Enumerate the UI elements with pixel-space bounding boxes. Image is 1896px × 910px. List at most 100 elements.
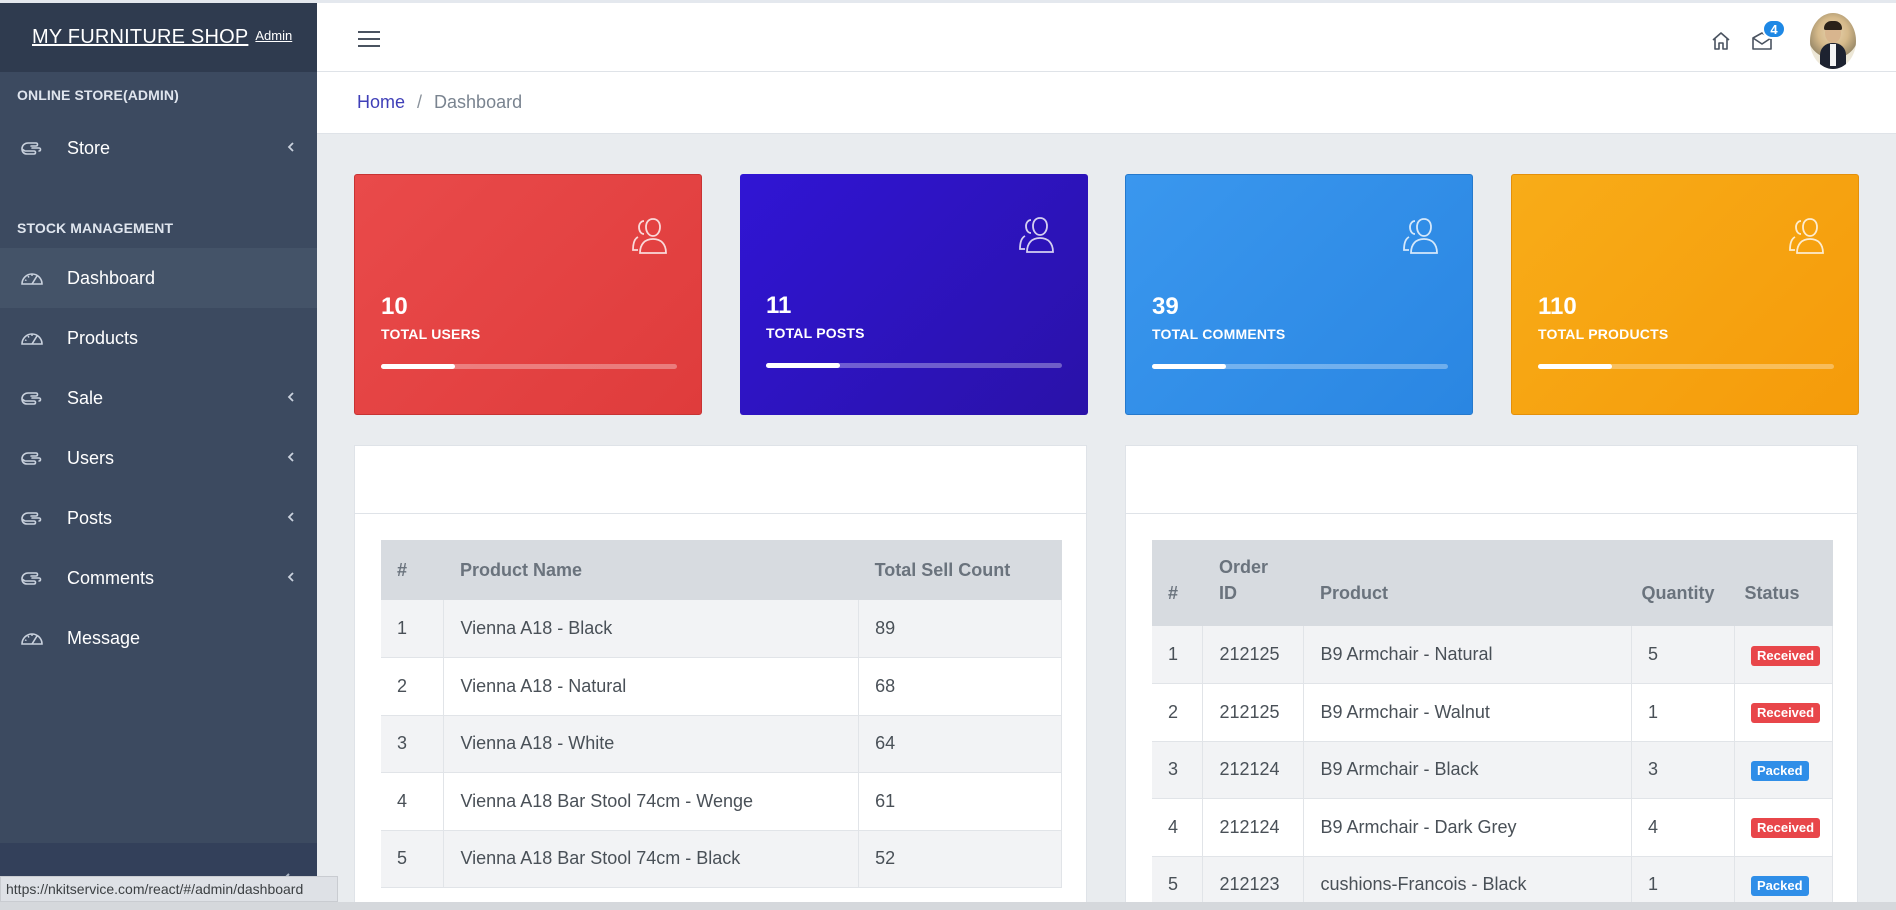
table-cell: Vienna A18 Bar Stool 74cm - Black [443, 830, 860, 888]
chevron-left-icon [287, 572, 294, 582]
status-badge: Packed [1750, 760, 1809, 781]
sidebar-item-label: Sale [67, 387, 104, 408]
sidebar-item-store[interactable]: Store [0, 118, 317, 178]
brand: MY FURNITURE SHOP Admin [0, 0, 317, 72]
stat-label: TOTAL COMMENTS [1152, 326, 1286, 342]
sidebar-item-label: Users [67, 447, 115, 468]
stat-label: TOTAL PRODUCTS [1538, 326, 1669, 342]
table-cell: 2 [381, 657, 445, 716]
browser-bottom-strip [0, 902, 1896, 910]
table-header-row: # Order ID Product Quantity Status [1152, 540, 1833, 626]
stat-progress-track [1538, 364, 1834, 369]
table-cell: 52 [858, 830, 1062, 888]
table-row: 2 212125 B9 Armchair - Walnut 1 Received [1152, 683, 1834, 742]
users-icon [1789, 218, 1824, 254]
sidebar: MY FURNITURE SHOP Admin ONLINE STORE(ADM… [0, 0, 317, 910]
table-row: 4 Vienna A18 Bar Stool 74cm - Wenge 61 [381, 772, 1062, 831]
sidebar-item-label: Products [67, 327, 139, 348]
breadcrumb-separator: / [417, 92, 423, 112]
brand-admin-link[interactable]: Admin [255, 28, 292, 43]
status-bar-url: https://nkitservice.com/react/#/admin/da… [0, 876, 338, 902]
stat-progress-fill [381, 364, 455, 369]
home-icon[interactable] [1710, 30, 1732, 52]
panel-header [355, 446, 1086, 514]
table-cell: 5 [381, 830, 445, 888]
sidebar-section-stock: STOCK MANAGEMENT [0, 178, 317, 248]
top-header: 4 [317, 0, 1896, 72]
table-cell: 68 [858, 657, 1062, 716]
table-cell: 5 [1631, 626, 1735, 684]
sidebar-item-label: Message [67, 627, 141, 648]
sidebar-item-products[interactable]: Products [0, 308, 317, 368]
breadcrumb: Home / Dashboard [317, 72, 1896, 134]
sidebar-item-sale[interactable]: Sale [0, 368, 317, 428]
sidebar-item-dashboard[interactable]: Dashboard [0, 248, 317, 308]
table-cell: 64 [858, 715, 1062, 773]
stat-value: 39 [1152, 293, 1179, 320]
column-header[interactable]: Product Name [443, 540, 859, 600]
table-row: 3 Vienna A18 - White 64 [381, 715, 1062, 773]
sidebar-item-label: Comments [67, 567, 155, 588]
table-cell: 1 [1631, 683, 1735, 742]
stat-progress-track [1152, 364, 1448, 369]
table-cell: 2 [1152, 683, 1204, 742]
avatar-shirt [1830, 44, 1836, 66]
stat-card-comments: 39 TOTAL COMMENTS [1125, 174, 1473, 415]
sidebar-item-message[interactable]: Message [0, 608, 317, 668]
hand-icon [21, 142, 42, 155]
column-header[interactable]: Status [1734, 540, 1833, 626]
table-cell: B9 Armchair - Black [1303, 741, 1633, 799]
brand-title-link[interactable]: MY FURNITURE SHOP [32, 26, 248, 49]
avatar-hair [1824, 21, 1842, 30]
sidebar-item-label: Posts [67, 507, 113, 528]
breadcrumb-home-link[interactable]: Home [357, 92, 405, 113]
table-cell: Received [1734, 683, 1834, 742]
table-header-row: # Product Name Total Sell Count [381, 540, 1062, 600]
sidebar-item-users[interactable]: Users [0, 428, 317, 488]
stat-progress-fill [766, 363, 840, 368]
table-cell: 3 [1631, 741, 1735, 799]
sidebar-item-label: Store [67, 137, 111, 158]
gauge-icon [21, 633, 43, 645]
sidebar-item-posts[interactable]: Posts [0, 488, 317, 548]
column-header[interactable]: # [1152, 540, 1203, 626]
column-header[interactable]: # [381, 540, 444, 600]
column-header[interactable]: Quantity [1631, 540, 1735, 626]
hand-icon [21, 572, 42, 585]
column-header[interactable]: Product [1303, 540, 1632, 626]
top-products-table: # Product Name Total Sell Count 1 Vienna… [381, 540, 1062, 888]
table-row: 2 Vienna A18 - Natural 68 [381, 657, 1062, 716]
gauge-icon [21, 273, 43, 285]
hamburger-menu-icon[interactable] [357, 30, 381, 48]
table-cell: 61 [858, 772, 1062, 831]
table-cell: 1 [1152, 626, 1204, 684]
table-cell: B9 Armchair - Walnut [1303, 683, 1633, 742]
user-avatar[interactable] [1810, 13, 1856, 69]
stat-label: TOTAL POSTS [766, 325, 865, 341]
section-title: ONLINE STORE(ADMIN) [17, 87, 179, 103]
hand-icon [21, 392, 42, 405]
stat-progress-track [766, 363, 1062, 368]
stat-progress-fill [1538, 364, 1612, 369]
stat-value: 110 [1538, 293, 1577, 320]
table-cell: 3 [381, 715, 445, 773]
users-icon [1403, 218, 1438, 254]
chevron-left-icon [287, 142, 294, 152]
sidebar-item-comments[interactable]: Comments [0, 548, 317, 608]
table-cell: 212124 [1202, 741, 1305, 799]
stat-value: 10 [381, 293, 408, 320]
table-cell: 4 [1152, 798, 1204, 857]
table-row: 5 Vienna A18 Bar Stool 74cm - Black 52 [381, 830, 1062, 888]
table-cell: Vienna A18 - Natural [443, 657, 860, 716]
column-header[interactable]: Order ID [1202, 540, 1304, 626]
section-title: STOCK MANAGEMENT [17, 220, 174, 236]
column-header[interactable]: Total Sell Count [858, 540, 1062, 600]
table-cell: 212125 [1202, 626, 1305, 684]
mail-count-badge: 4 [1762, 19, 1786, 39]
recent-orders-table: # Order ID Product Quantity Status 1 212… [1152, 540, 1834, 910]
table-cell: 212124 [1202, 798, 1305, 857]
stat-progress-fill [1152, 364, 1226, 369]
top-products-panel: # Product Name Total Sell Count 1 Vienna… [354, 445, 1087, 910]
stat-card-products: 110 TOTAL PRODUCTS [1511, 174, 1859, 415]
users-icon [1019, 217, 1054, 253]
